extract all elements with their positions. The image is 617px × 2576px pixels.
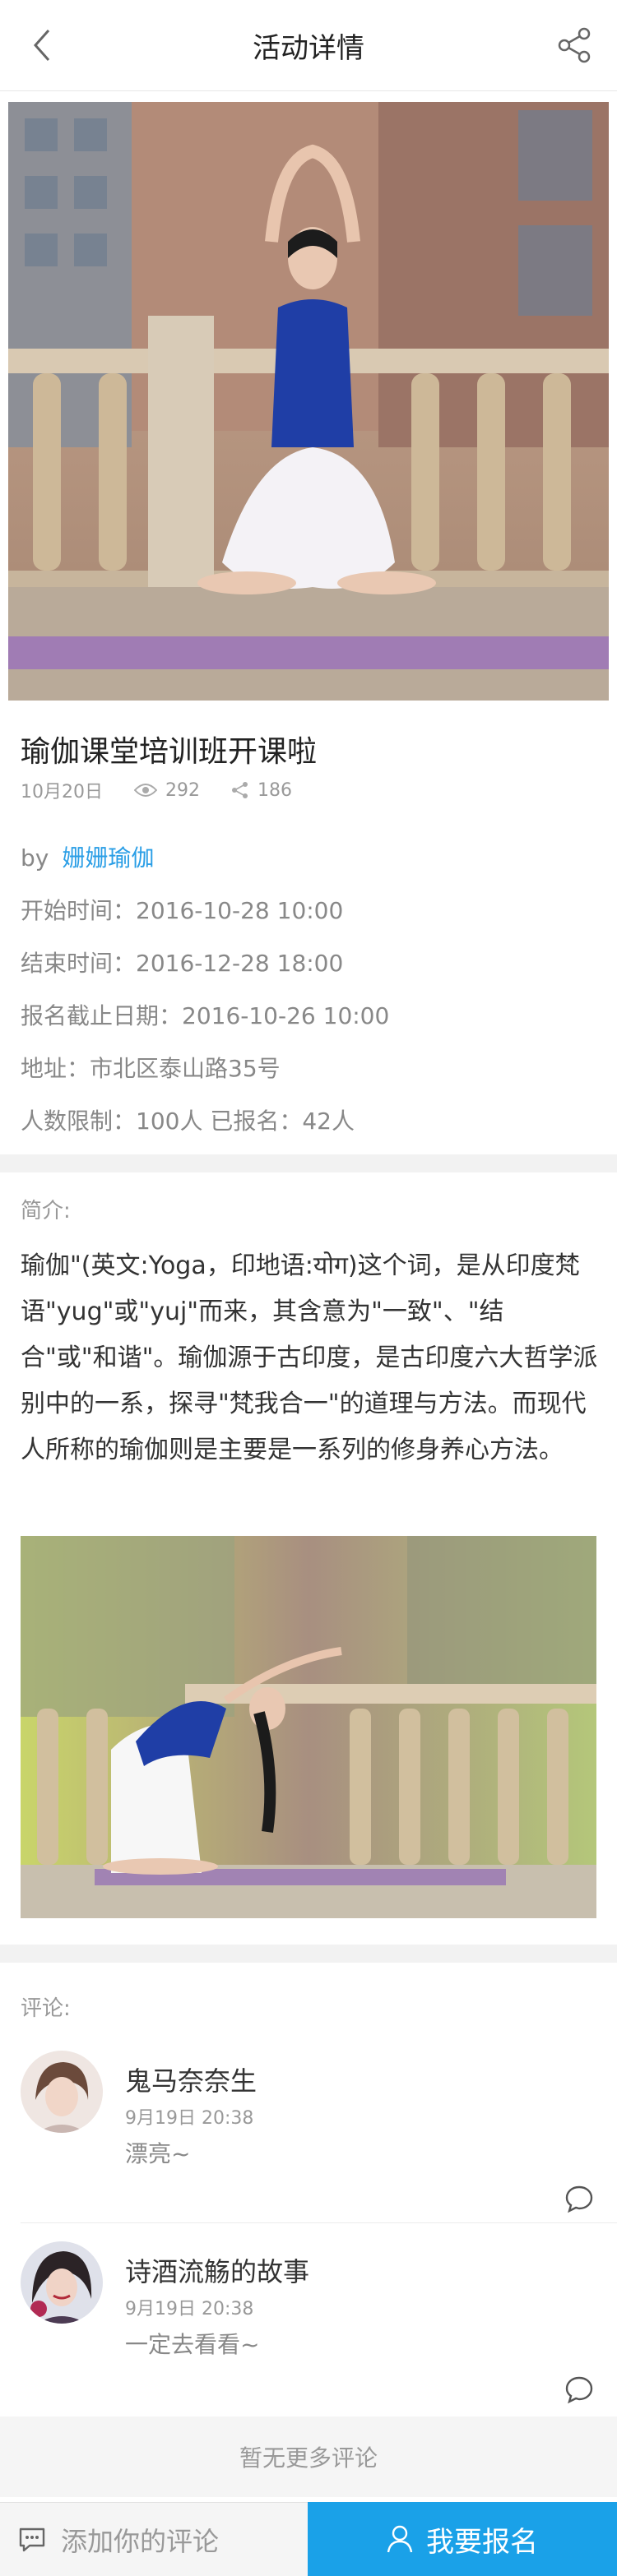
start-time: 开始时间：2016-10-28 10:00 [21,897,344,924]
avatar[interactable] [21,2051,103,2133]
end-time: 结束时间：2016-12-28 18:00 [21,950,344,977]
intro-text: 瑜伽"(英文:Yoga，印地语:योग)这个词，是从印度梵语"yug"或"yuj… [21,1251,598,1464]
reply-button[interactable] [564,2184,594,2213]
no-more-comments: 暂无更多评论 [0,2416,617,2497]
views-item: 292 [134,780,200,801]
eye-icon [134,784,157,797]
chat-bubble-icon [565,2376,593,2404]
by-prefix: by [21,844,49,872]
shares-count: 186 [257,779,292,801]
intro-label: 简介: [21,1199,71,1223]
activity-cover-image [8,102,609,701]
comment-time: 9月19日 20:38 [125,2299,254,2319]
activity-meta: 10月20日 292 186 [21,777,323,803]
chevron-left-icon [33,30,50,61]
signup-label: 我要报名 [426,2525,538,2559]
capacity: 人数限制：100人 已报名：42人 [21,1108,355,1135]
shares-item: 186 [231,780,292,801]
date-item: 10月20日 [21,777,103,803]
chat-bubble-icon [565,2185,593,2213]
add-comment-label: 添加你的评论 [61,2525,220,2557]
signup-button[interactable]: 我要报名 [308,2502,617,2576]
share-icon [558,27,591,63]
organizer-line: by 姗姗瑜伽 [21,840,154,873]
person-icon [387,2525,413,2553]
activity-date: 10月20日 [21,782,103,802]
comment-author: 诗酒流觞的故事 [125,2256,310,2287]
share-small-icon [232,782,248,798]
bottom-action-bar: 添加你的评论 我要报名 [0,2502,617,2576]
comment-divider [21,2222,617,2223]
comment-text: 漂亮~ [125,2140,191,2167]
comments-label: 评论: [21,1996,71,2021]
organizer-link[interactable]: 姗姗瑜伽 [62,844,154,872]
comment-time: 9月19日 20:38 [125,2108,254,2129]
section-divider [0,1945,617,1963]
activity-title: 瑜伽课堂培训班开课啦 [21,735,318,769]
comment-icon [19,2527,45,2551]
intro-image [21,1536,596,1918]
back-button[interactable] [21,25,63,66]
comment-text: 一定去看看~ [125,2331,260,2358]
signup-deadline: 报名截止日期：2016-10-26 10:00 [21,1002,390,1029]
section-divider [0,1154,617,1172]
share-button[interactable] [554,25,596,66]
top-nav-bar: 活动详情 [0,0,617,91]
comment-item: 鬼马奈奈生 9月19日 20:38 漂亮~ [0,2051,617,2215]
page-title: 活动详情 [253,31,364,65]
comment-author: 鬼马奈奈生 [125,2065,257,2097]
address: 地址：市北区泰山路35号 [21,1055,281,1082]
comment-item: 诗酒流觞的故事 9月19日 20:38 一定去看看~ [0,2241,617,2406]
reply-button[interactable] [564,2375,594,2404]
avatar[interactable] [21,2241,103,2324]
views-count: 292 [165,779,200,801]
add-comment-button[interactable]: 添加你的评论 [0,2502,308,2576]
